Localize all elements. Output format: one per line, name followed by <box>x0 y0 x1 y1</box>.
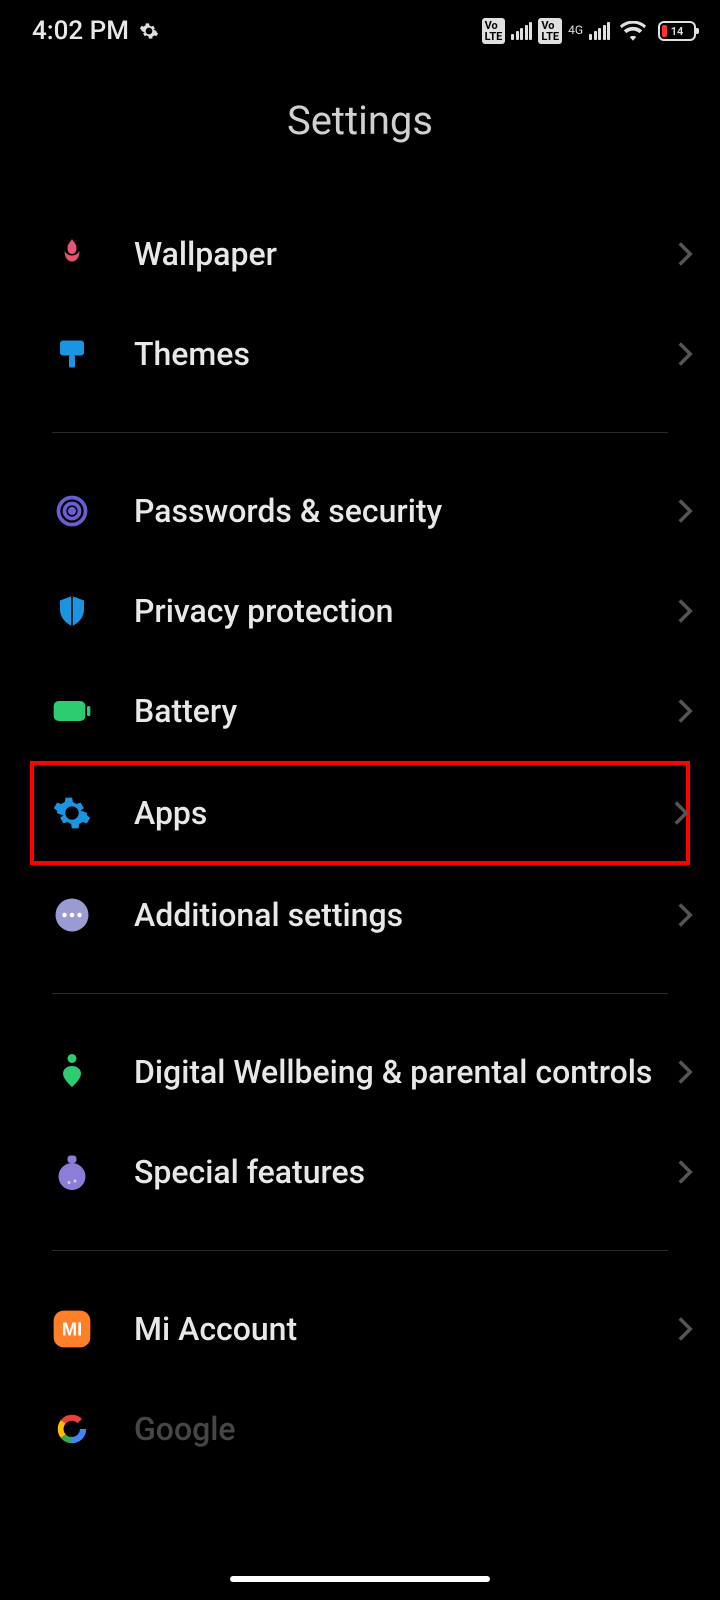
item-label: Google <box>134 1409 694 1449</box>
mi-icon: MI <box>52 1309 92 1349</box>
wifi-icon <box>620 21 646 41</box>
chevron-right-icon <box>676 497 694 525</box>
signal-group-2: 4G <box>568 24 583 38</box>
chevron-right-icon <box>676 1058 694 1086</box>
network-4g-label: 4G <box>568 24 583 36</box>
brush-icon <box>52 334 92 374</box>
tulip-icon <box>52 234 92 274</box>
status-left: 4:02 PM <box>32 16 159 46</box>
flask-icon <box>52 1152 92 1192</box>
item-label: Passwords & security <box>134 491 676 531</box>
chevron-right-icon <box>676 597 694 625</box>
item-label: Themes <box>134 334 676 374</box>
battery-level: 14 <box>671 25 684 38</box>
chevron-right-icon <box>676 1315 694 1343</box>
volte-badge-2: VoLTE <box>538 18 562 44</box>
item-label: Wallpaper <box>134 234 676 274</box>
volte-badge-1: VoLTE <box>482 18 506 44</box>
item-label: Digital Wellbeing & parental controls <box>134 1052 676 1092</box>
chevron-right-icon <box>676 901 694 929</box>
signal-icon-2 <box>589 22 610 40</box>
gear-icon <box>52 793 92 833</box>
signal-icon-1 <box>511 22 532 40</box>
heart-person-icon <box>52 1052 92 1092</box>
chevron-right-icon <box>676 340 694 368</box>
chevron-right-icon <box>676 1158 694 1186</box>
settings-item-google[interactable]: Google <box>0 1379 720 1449</box>
fingerprint-icon <box>52 491 92 531</box>
item-label: Privacy protection <box>134 591 676 631</box>
divider <box>52 993 668 994</box>
google-icon <box>52 1409 92 1449</box>
item-label: Additional settings <box>134 895 676 935</box>
svg-text:MI: MI <box>62 1319 82 1340</box>
dots-icon <box>52 895 92 935</box>
item-label: Mi Account <box>134 1309 676 1349</box>
chevron-right-icon <box>672 799 690 827</box>
item-label: Battery <box>134 691 676 731</box>
item-label: Special features <box>134 1152 676 1192</box>
battery-icon: 14 <box>658 21 696 41</box>
settings-item-themes[interactable]: Themes <box>0 304 720 404</box>
chevron-right-icon <box>676 240 694 268</box>
shield-icon <box>52 591 92 631</box>
status-bar: 4:02 PM VoLTE VoLTE 4G 14 <box>0 0 720 62</box>
settings-item-special-features[interactable]: Special features <box>0 1122 720 1222</box>
settings-item-digital-wellbeing[interactable]: Digital Wellbeing & parental controls <box>0 1022 720 1122</box>
battery-icon <box>52 691 92 731</box>
settings-item-privacy-protection[interactable]: Privacy protection <box>0 561 720 661</box>
settings-item-passwords-security[interactable]: Passwords & security <box>0 461 720 561</box>
settings-list: Wallpaper Themes Passwords & security Pr… <box>0 204 720 1449</box>
page-title: Settings <box>0 97 720 144</box>
chevron-right-icon <box>676 697 694 725</box>
status-time: 4:02 PM <box>32 16 129 46</box>
settings-item-apps[interactable]: Apps <box>30 761 690 865</box>
divider <box>52 432 668 433</box>
settings-item-battery[interactable]: Battery <box>0 661 720 761</box>
settings-item-mi-account[interactable]: MI Mi Account <box>0 1279 720 1379</box>
divider <box>52 1250 668 1251</box>
settings-indicator-icon <box>139 21 159 41</box>
settings-item-wallpaper[interactable]: Wallpaper <box>0 204 720 304</box>
settings-item-additional-settings[interactable]: Additional settings <box>0 865 720 965</box>
navigation-handle[interactable] <box>230 1576 490 1582</box>
status-right: VoLTE VoLTE 4G 14 <box>482 18 696 44</box>
item-label: Apps <box>134 793 672 833</box>
